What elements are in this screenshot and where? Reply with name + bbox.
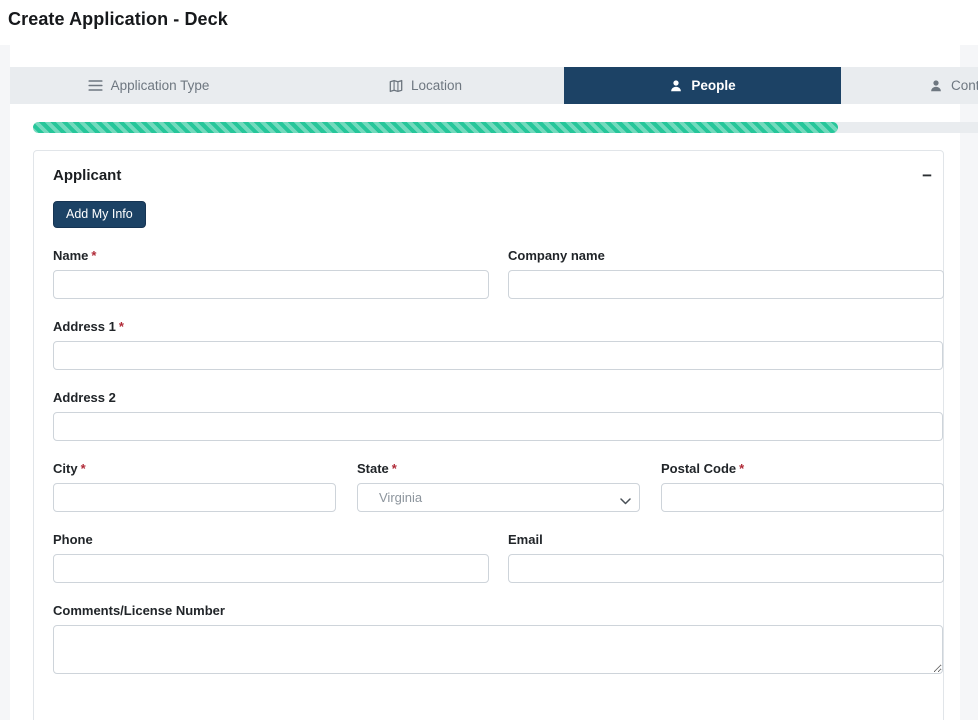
required-asterisk: * [392,461,397,476]
tab-application-type[interactable]: Application Type [10,67,287,104]
wizard-progress-fill [33,122,838,133]
company-name-input[interactable] [508,270,944,299]
tab-label: Cont [951,78,978,93]
collapse-minus-icon[interactable]: − [922,167,932,184]
required-asterisk: * [81,461,86,476]
page-title: Create Application - Deck [8,9,978,30]
state-select[interactable]: Virginia [357,483,640,512]
field-name: Name* [53,248,489,299]
phone-input[interactable] [53,554,489,583]
address1-label: Address 1* [53,319,943,334]
field-address2: Address 2 [53,390,943,441]
field-city: City* [53,461,336,512]
row-phone-email: Phone Email [53,532,940,583]
field-postal: Postal Code* [661,461,944,512]
address1-input[interactable] [53,341,943,370]
field-state: State* Virginia [357,461,640,512]
wizard-tab-bar: Application Type Location [10,67,978,104]
required-asterisk: * [119,319,124,334]
row-address1: Address 1* [53,319,940,370]
row-comments: Comments/License Number [53,603,940,674]
row-city-state-postal: City* State* Virginia [53,461,940,512]
tab-label: People [691,78,735,93]
postal-code-label: Postal Code* [661,461,944,476]
city-input[interactable] [53,483,336,512]
list-icon [88,79,103,92]
row-address2: Address 2 [53,390,940,441]
person-icon [929,79,943,93]
name-input[interactable] [53,270,489,299]
field-email: Email [508,532,944,583]
tab-people[interactable]: People [564,67,841,104]
field-address1: Address 1* [53,319,943,370]
map-icon [389,79,403,93]
wizard-progress-track [33,122,978,133]
address2-input[interactable] [53,412,943,441]
page: Create Application - Deck Application Ty… [0,0,978,720]
section-title: Applicant [53,167,121,184]
required-asterisk: * [739,461,744,476]
state-select-wrap: Virginia [357,489,640,506]
field-company: Company name [508,248,944,299]
field-comments: Comments/License Number [53,603,943,674]
tab-contractor-truncated[interactable]: Cont [841,67,978,104]
email-input[interactable] [508,554,944,583]
top-header: Create Application - Deck [0,0,978,45]
tab-location[interactable]: Location [287,67,564,104]
email-label: Email [508,532,944,547]
tab-label: Application Type [111,78,210,93]
add-my-info-button[interactable]: Add My Info [53,201,146,228]
main-panel: Application Type Location [10,45,960,720]
applicant-card: Applicant − Add My Info Name* Company na… [33,150,944,720]
comments-textarea[interactable] [53,625,943,674]
field-phone: Phone [53,532,489,583]
state-label: State* [357,461,640,476]
required-asterisk: * [91,248,96,263]
phone-label: Phone [53,532,489,547]
postal-code-input[interactable] [661,483,944,512]
person-icon [669,79,683,93]
tab-label: Location [411,78,462,93]
city-label: City* [53,461,336,476]
comments-label: Comments/License Number [53,603,943,618]
row-name-company: Name* Company name [53,248,940,299]
name-label: Name* [53,248,489,263]
address2-label: Address 2 [53,390,943,405]
company-label: Company name [508,248,944,263]
card-header: Applicant − [53,167,940,184]
